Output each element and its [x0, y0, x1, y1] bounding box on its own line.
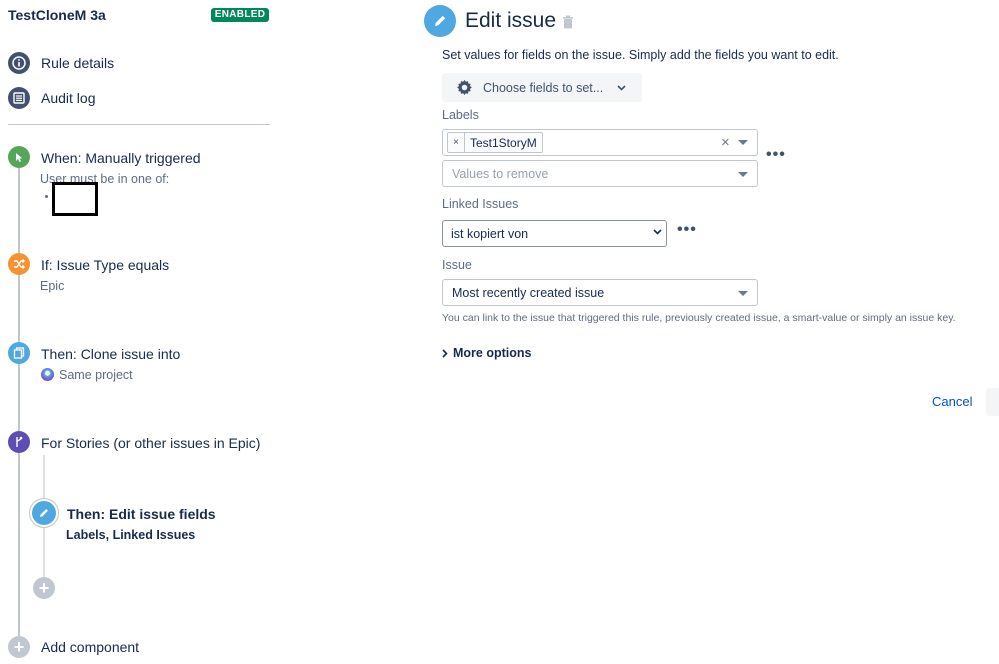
project-avatar-icon — [41, 368, 54, 381]
more-options-icon[interactable]: ••• — [677, 221, 697, 239]
issue-field-label: Issue — [442, 258, 472, 272]
component-title: Then: Edit issue fields — [67, 506, 216, 522]
redacted-box — [52, 182, 98, 216]
add-component-label: Add component — [41, 639, 140, 655]
choose-fields-button[interactable]: Choose fields to set... — [442, 73, 642, 102]
nav-rule-details[interactable]: Rule details — [8, 52, 114, 74]
nav-label: Audit log — [41, 90, 96, 106]
shuffle-icon — [8, 253, 30, 275]
label-tag-text: Test1StoryM — [470, 135, 537, 150]
cancel-button[interactable]: Cancel — [932, 394, 972, 409]
more-options-toggle[interactable]: More options — [442, 346, 531, 360]
rule-title: TestCloneM 3a — [8, 7, 106, 23]
cursor-icon — [8, 146, 30, 168]
branch-icon — [8, 431, 30, 453]
gear-icon — [456, 79, 473, 96]
pencil-icon — [32, 501, 56, 525]
component-condition[interactable]: If: Issue Type equals Epic — [8, 253, 270, 297]
component-subtitle: Epic — [40, 279, 65, 293]
divider — [8, 124, 270, 125]
subtitle-linked: Linked Issues — [112, 528, 196, 542]
link-type-select[interactable]: ist kopiert von — [442, 220, 667, 247]
labels-remove-select[interactable]: Values to remove — [442, 160, 758, 187]
list-icon — [8, 87, 30, 109]
plus-icon: + — [8, 636, 30, 658]
issue-select[interactable]: Most recently created issue — [442, 279, 758, 306]
component-trigger[interactable]: When: Manually triggered User must be in… — [8, 146, 270, 218]
subtitle-separator: , — [105, 528, 113, 542]
component-subtitle: Same project — [59, 368, 133, 382]
add-branch-component-button[interactable]: + — [33, 577, 55, 599]
component-edit-issue[interactable]: Then: Edit issue fields Labels, Linked I… — [32, 501, 270, 545]
info-icon — [8, 52, 30, 74]
component-clone[interactable]: Then: Clone issue into Same project — [8, 342, 270, 386]
remove-placeholder: Values to remove — [452, 167, 549, 181]
trash-icon[interactable] — [562, 15, 574, 34]
panel-title: Edit issue — [465, 9, 557, 32]
add-component-button[interactable]: + Add component — [8, 636, 139, 658]
pencil-icon — [424, 5, 456, 37]
label-tag: × Test1StoryM — [447, 132, 543, 153]
copy-icon — [8, 342, 30, 364]
more-options-label: More options — [453, 346, 532, 360]
save-button[interactable] — [986, 388, 999, 416]
issue-help-text: You can link to the issue that triggered… — [442, 312, 956, 324]
list-bullet — [45, 195, 48, 198]
panel-description: Set values for fields on the issue. Simp… — [442, 48, 839, 62]
clear-icon[interactable]: × — [721, 135, 730, 150]
link-type-value: ist kopiert von — [451, 227, 529, 241]
component-title: Then: Clone issue into — [41, 346, 181, 362]
component-title: If: Issue Type equals — [41, 257, 170, 273]
chevron-down-icon[interactable] — [738, 140, 748, 145]
nav-audit-log[interactable]: Audit log — [8, 87, 95, 109]
chevron-right-icon — [442, 348, 448, 358]
linked-issues-label: Linked Issues — [442, 197, 519, 211]
component-title: For Stories (or other issues in Epic) — [41, 435, 261, 451]
timeline-line — [18, 160, 20, 650]
component-branch[interactable]: For Stories (or other issues in Epic) — [8, 431, 270, 455]
issue-value: Most recently created issue — [452, 286, 605, 300]
nav-label: Rule details — [41, 55, 115, 71]
labels-field-label: Labels — [442, 108, 479, 122]
component-title: When: Manually triggered — [41, 150, 201, 166]
chevron-down-icon — [738, 172, 748, 177]
status-badge: ENABLED — [211, 8, 269, 22]
chevron-down-icon — [617, 84, 626, 91]
remove-tag-icon[interactable]: × — [448, 133, 465, 152]
chevron-down-icon — [653, 229, 662, 235]
more-options-icon[interactable]: ••• — [766, 146, 786, 164]
choose-fields-label: Choose fields to set... — [483, 80, 604, 95]
component-subtitle: Labels, Linked Issues — [66, 528, 195, 542]
subtitle-labels: Labels — [66, 528, 106, 542]
chevron-down-icon — [738, 291, 748, 296]
